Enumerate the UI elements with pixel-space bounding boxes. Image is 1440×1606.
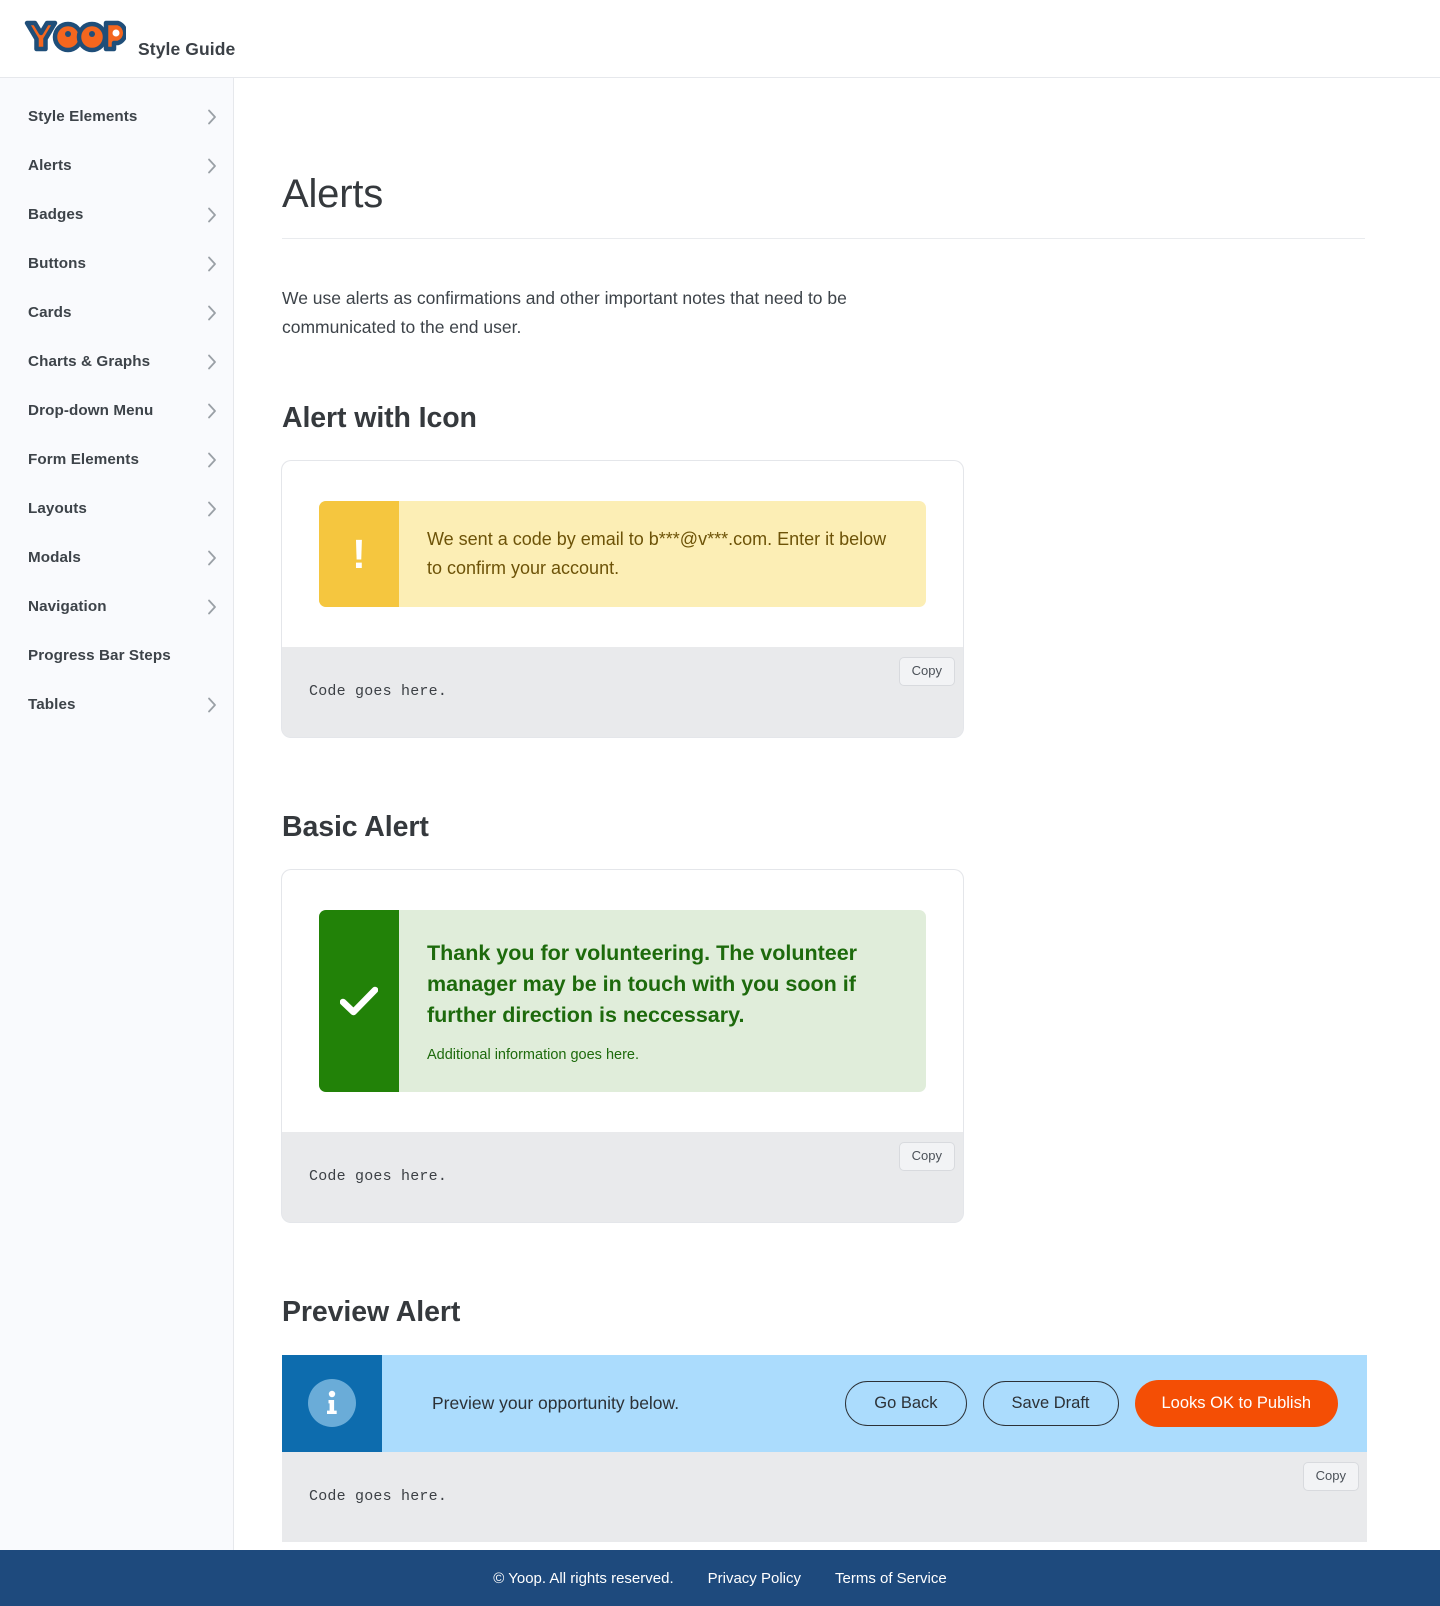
demo-preview: ! We sent a code by email to b***@v***.c… bbox=[282, 461, 963, 647]
sidebar-item-label: Badges bbox=[28, 206, 84, 223]
sidebar-item-label: Form Elements bbox=[28, 451, 140, 468]
yoop-logo-icon bbox=[24, 20, 126, 53]
copy-button[interactable]: Copy bbox=[898, 657, 955, 687]
code-snippet: Code goes here. bbox=[309, 683, 448, 700]
page-intro-text: We use alerts as confirmations and other… bbox=[282, 288, 847, 337]
demo-card-alert-with-icon: ! We sent a code by email to b***@v***.c… bbox=[282, 461, 963, 737]
chevron-right-icon bbox=[208, 697, 216, 712]
code-snippet: Code goes here. bbox=[309, 1167, 448, 1185]
code-strip: Copy Code goes here. bbox=[282, 1451, 1367, 1542]
sidebar-item-label: Style Elements bbox=[28, 108, 138, 125]
info-icon bbox=[308, 1379, 356, 1428]
sidebar-nav: Style Elements Alerts Badges Buttons Car… bbox=[0, 78, 234, 1550]
copy-button[interactable]: Copy bbox=[898, 1141, 955, 1172]
code-snippet: Code goes here. bbox=[309, 1487, 448, 1505]
main-content: Alerts We use alerts as confirmations an… bbox=[234, 78, 1440, 1550]
footer-link-privacy-policy[interactable]: Privacy Policy bbox=[708, 1570, 801, 1587]
page-footer: © Yoop. All rights reserved. Privacy Pol… bbox=[0, 1550, 1440, 1606]
sidebar-item-charts-graphs[interactable]: Charts & Graphs bbox=[0, 337, 233, 386]
demo-preview: Preview your opportunity below. Go Back … bbox=[282, 1354, 1367, 1452]
sidebar-item-label: Modals bbox=[28, 549, 81, 566]
sidebar-item-badges[interactable]: Badges bbox=[0, 190, 233, 239]
success-alert-icon-bar bbox=[319, 910, 399, 1092]
sidebar-item-tables[interactable]: Tables bbox=[0, 680, 233, 729]
sidebar-item-style-elements[interactable]: Style Elements bbox=[0, 92, 233, 141]
sidebar-item-label: Progress Bar Steps bbox=[28, 647, 171, 664]
chevron-right-icon bbox=[208, 256, 216, 271]
chevron-right-icon bbox=[208, 452, 216, 467]
chevron-right-icon bbox=[208, 599, 216, 614]
info-alert-message: Preview your opportunity below. bbox=[432, 1392, 680, 1413]
sidebar-item-progress-bar-steps[interactable]: Progress Bar Steps bbox=[0, 631, 233, 680]
code-strip: Copy Code goes here. bbox=[282, 1131, 963, 1222]
sidebar-item-label: Alerts bbox=[28, 157, 72, 174]
chevron-right-icon bbox=[208, 158, 216, 173]
sidebar-item-form-elements[interactable]: Form Elements bbox=[0, 435, 233, 484]
copy-button[interactable]: Copy bbox=[1302, 1461, 1359, 1492]
demo-card-preview-alert: Preview your opportunity below. Go Back … bbox=[282, 1354, 1367, 1542]
section-title-basic-alert: Basic Alert bbox=[282, 811, 429, 843]
sidebar-item-alerts[interactable]: Alerts bbox=[0, 141, 233, 190]
app-title: Style Guide bbox=[138, 39, 236, 59]
publish-button[interactable]: Looks OK to Publish bbox=[1134, 1379, 1338, 1427]
sidebar-item-buttons[interactable]: Buttons bbox=[0, 239, 233, 288]
warning-alert-body: We sent a code by email to b***@v***.com… bbox=[399, 501, 926, 607]
section-title-alert-with-icon: Alert with Icon bbox=[282, 402, 477, 434]
success-alert-title: Thank you for volunteering. The voluntee… bbox=[427, 941, 858, 1027]
sidebar-item-navigation[interactable]: Navigation bbox=[0, 582, 233, 631]
brand-logo[interactable]: Style Guide bbox=[22, 15, 235, 62]
chevron-right-icon bbox=[208, 550, 216, 565]
sidebar-item-label: Layouts bbox=[28, 500, 87, 517]
chevron-right-icon bbox=[208, 501, 216, 516]
sidebar-item-label: Drop-down Menu bbox=[28, 402, 154, 419]
footer-copyright: © Yoop. All rights reserved. bbox=[493, 1569, 674, 1587]
success-alert-body: Thank you for volunteering. The voluntee… bbox=[399, 910, 926, 1092]
style-guide-page: Style Guide Style Elements Alerts Badges… bbox=[0, 0, 1440, 1606]
demo-card-basic-alert: Thank you for volunteering. The voluntee… bbox=[282, 870, 963, 1222]
chevron-right-icon bbox=[208, 207, 216, 222]
success-alert-subtitle: Additional information goes here. bbox=[427, 1047, 639, 1063]
info-glyph-icon bbox=[327, 1391, 337, 1415]
sidebar-item-label: Buttons bbox=[28, 255, 87, 272]
sidebar-item-cards[interactable]: Cards bbox=[0, 288, 233, 337]
sidebar-item-layouts[interactable]: Layouts bbox=[0, 484, 233, 533]
footer-link-terms-of-service[interactable]: Terms of Service bbox=[835, 1570, 947, 1587]
app-header: Style Guide bbox=[0, 0, 1440, 78]
check-icon bbox=[340, 986, 378, 1016]
page-title: Alerts bbox=[282, 174, 1365, 239]
sidebar-item-label: Navigation bbox=[28, 598, 107, 615]
exclamation-icon: ! bbox=[352, 530, 366, 577]
chevron-right-icon bbox=[208, 305, 216, 320]
info-alert-icon-bar bbox=[282, 1354, 382, 1452]
success-alert: Thank you for volunteering. The voluntee… bbox=[319, 910, 926, 1092]
chevron-right-icon bbox=[208, 354, 216, 369]
go-back-button[interactable]: Go Back bbox=[845, 1380, 967, 1426]
section-title-preview-alert: Preview Alert bbox=[282, 1295, 461, 1328]
page-body: Style Elements Alerts Badges Buttons Car… bbox=[0, 78, 1440, 1550]
warning-alert-icon-bar: ! bbox=[319, 501, 399, 607]
info-alert-actions: Go Back Save Draft Looks OK to Publish bbox=[845, 1355, 1367, 1452]
save-draft-button[interactable]: Save Draft bbox=[982, 1380, 1119, 1426]
sidebar-item-label: Charts & Graphs bbox=[28, 353, 151, 370]
sidebar-item-label: Tables bbox=[28, 696, 76, 713]
chevron-right-icon bbox=[208, 109, 216, 124]
info-alert: Preview your opportunity below. Go Back … bbox=[282, 1354, 1367, 1452]
sidebar-item-modals[interactable]: Modals bbox=[0, 533, 233, 582]
chevron-right-icon bbox=[208, 403, 216, 418]
sidebar-item-drop-down-menu[interactable]: Drop-down Menu bbox=[0, 386, 233, 435]
code-strip: Copy Code goes here. bbox=[282, 647, 963, 737]
warning-alert-message: We sent a code by email to b***@v***.com… bbox=[427, 529, 887, 578]
warning-alert: ! We sent a code by email to b***@v***.c… bbox=[319, 501, 926, 607]
sidebar-item-label: Cards bbox=[28, 304, 72, 321]
demo-preview: Thank you for volunteering. The voluntee… bbox=[282, 870, 963, 1132]
